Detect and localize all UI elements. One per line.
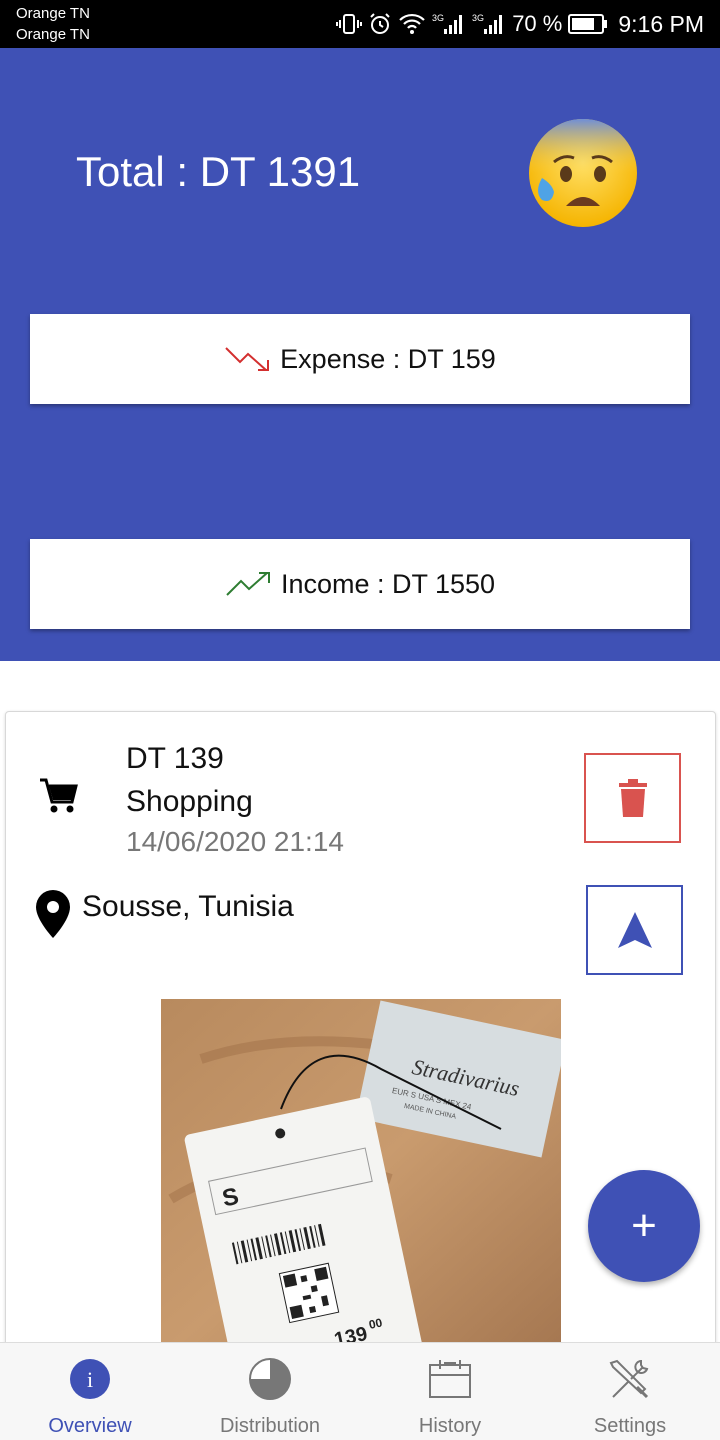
signal-icon: 3G [472, 12, 506, 36]
vibrate-icon [336, 12, 363, 36]
tools-icon [609, 1359, 649, 1399]
trending-down-icon [225, 347, 270, 371]
total-balance: Total : DT 1391 [76, 148, 361, 195]
income-card[interactable]: Income : DT 1550 [30, 539, 690, 629]
tab-distribution[interactable]: Distribution [180, 1343, 360, 1440]
signal-icon: 3G [432, 12, 466, 36]
transaction-category: Shopping [126, 785, 253, 818]
battery-icon [568, 13, 608, 35]
expense-label: Expense : DT 159 [280, 343, 496, 374]
trending-up-icon [226, 572, 270, 596]
tab-label: Settings [593, 1415, 667, 1437]
navigation-arrow-icon [617, 912, 652, 948]
network-type: 3G [472, 13, 484, 23]
calendar-icon [429, 1360, 471, 1398]
tab-settings[interactable]: Settings [540, 1343, 720, 1440]
income-label: Income : DT 1550 [280, 568, 496, 599]
anxious-face-emoji-icon [529, 119, 637, 227]
tab-label: Distribution [219, 1415, 321, 1437]
alarm-icon [368, 12, 392, 36]
status-icons: 3G 3G 70 % 9:16 PM [336, 0, 704, 48]
clock: 9:16 PM [618, 10, 704, 37]
summary-header: Total : DT 1391 Expense : DT 159 Income … [0, 48, 720, 661]
expense-card[interactable]: Expense : DT 159 [30, 314, 690, 404]
tab-overview[interactable]: i Overview [0, 1343, 180, 1440]
cart-icon [40, 778, 78, 813]
add-transaction-button[interactable]: + [588, 1170, 700, 1282]
transaction-amount: DT 139 [126, 742, 224, 775]
trash-icon [618, 779, 647, 817]
network-type: 3G [432, 13, 444, 23]
status-bar: Orange TN Orange TN 3G 3G 70 % 9:16 PM [0, 0, 720, 48]
svg-text:i: i [87, 1367, 93, 1392]
location-pin-icon [36, 890, 70, 938]
tab-label: History [418, 1415, 482, 1437]
carrier-name: Orange TN [16, 5, 90, 22]
tab-history[interactable]: History [360, 1343, 540, 1440]
wifi-icon [398, 13, 426, 35]
pie-chart-icon [249, 1358, 291, 1400]
delete-button[interactable] [584, 753, 681, 843]
bottom-navigation: i Overview Distribution History Settings [0, 1342, 720, 1440]
battery-percent: 70 % [512, 11, 563, 36]
carrier-name: Orange TN [16, 26, 90, 43]
receipt-photo[interactable]: Stradivarius EUR S USA S MEX 24 MADE IN … [161, 999, 561, 1351]
navigate-button[interactable] [586, 885, 683, 975]
transaction-location: Sousse, Tunisia [82, 890, 294, 923]
add-label: + [631, 1201, 657, 1250]
transaction-datetime: 14/06/2020 21:14 [126, 826, 344, 857]
info-icon: i [70, 1359, 110, 1399]
tab-label: Overview [48, 1415, 132, 1437]
